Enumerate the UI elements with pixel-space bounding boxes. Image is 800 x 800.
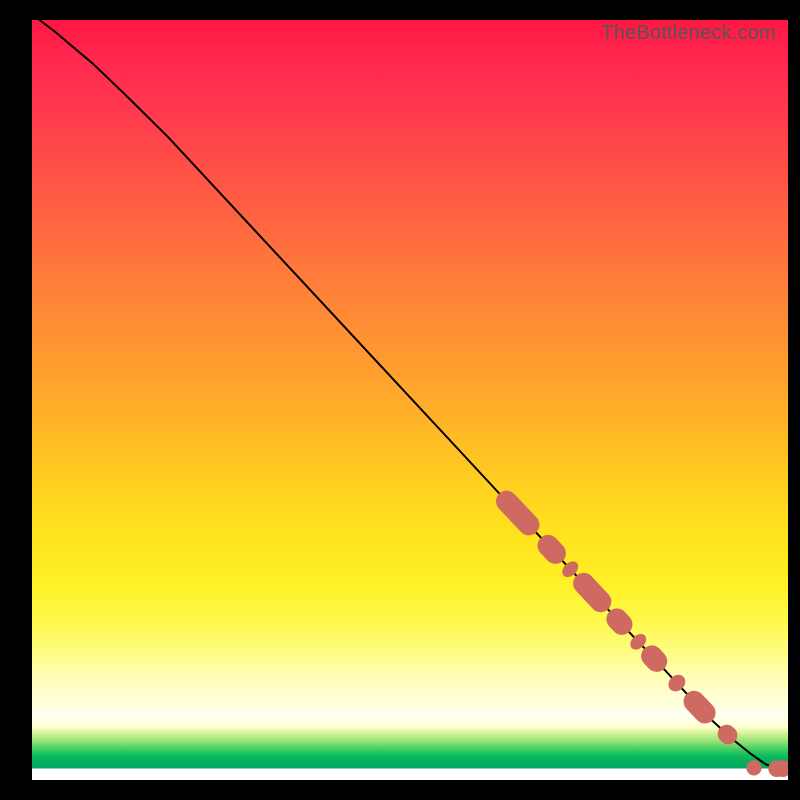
chart-container: TheBottleneck.com bbox=[0, 0, 800, 800]
curve-line bbox=[40, 20, 785, 769]
marker-pill bbox=[492, 486, 544, 540]
curve-markers bbox=[492, 486, 788, 777]
marker-dot bbox=[746, 760, 761, 775]
plot-area: TheBottleneck.com bbox=[32, 20, 788, 780]
chart-overlay bbox=[32, 20, 788, 780]
curve-path bbox=[40, 20, 785, 769]
